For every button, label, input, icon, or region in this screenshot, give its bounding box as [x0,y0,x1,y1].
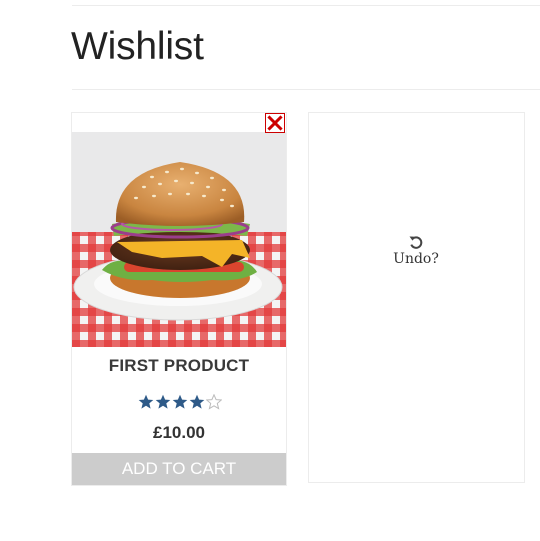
page-title: Wishlist [71,25,204,68]
star-filled-icon [172,394,188,409]
close-icon [267,115,283,131]
product-price: £10.00 [153,423,205,442]
add-to-cart-button[interactable]: ADD TO CART [72,453,286,485]
title-divider [72,89,540,90]
removed-item-placeholder [308,112,525,483]
hamburger-on-plate-icon [72,132,286,347]
star-filled-icon [155,394,171,409]
star-filled-icon [138,394,154,409]
remove-item-button[interactable] [265,113,285,133]
top-divider [72,5,540,6]
star-filled-icon [189,394,205,409]
undo-icon [409,236,423,249]
undo-label: Undo? [393,251,439,267]
product-image[interactable] [72,132,286,347]
product-name[interactable]: FIRST PRODUCT [72,356,286,376]
undo-link[interactable]: Undo? [380,234,452,267]
star-empty-icon [206,394,222,410]
rating-stars [138,394,222,412]
